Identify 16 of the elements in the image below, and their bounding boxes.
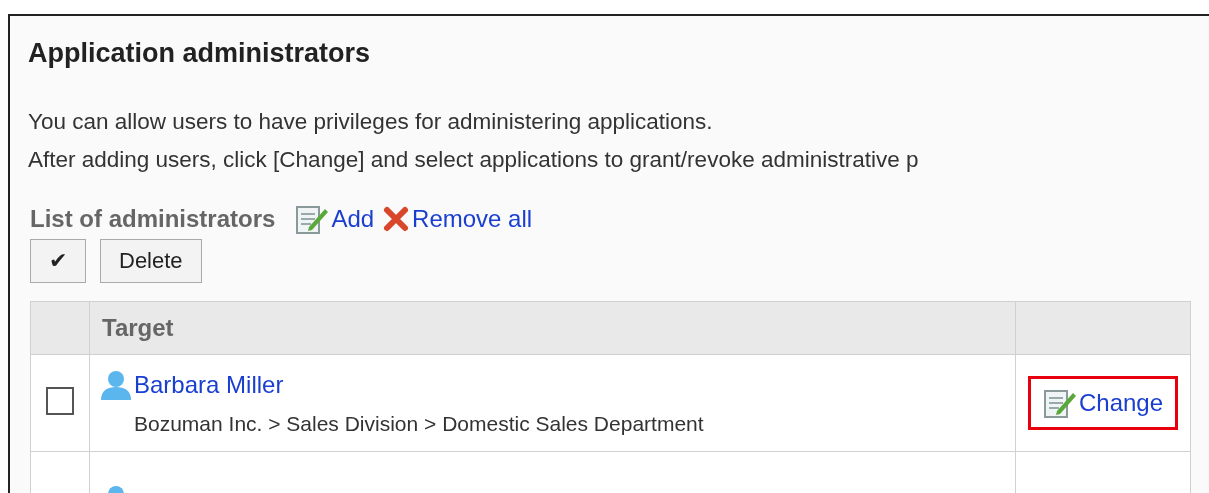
- cross-icon: [382, 205, 411, 233]
- add-link[interactable]: Add: [295, 203, 375, 235]
- delete-button[interactable]: Delete: [100, 239, 202, 283]
- select-all-button[interactable]: ✔: [30, 239, 86, 283]
- section-heading: List of administrators: [30, 205, 276, 233]
- remove-all-link[interactable]: Remove all: [382, 205, 533, 233]
- edit-note-icon: [295, 203, 330, 235]
- user-link[interactable]: Barbara Miller: [134, 371, 284, 399]
- user-icon: [100, 370, 132, 400]
- organization-path: Bozuman Inc. > Sales Division > Domestic Sales Department: [134, 412, 705, 436]
- edit-note-icon: [1042, 387, 1077, 419]
- column-header: Target: [89, 301, 1016, 355]
- description-text: You can allow users to have privileges for administering applications.: [28, 108, 714, 136]
- page-title: Application administrators: [28, 38, 372, 69]
- description-text: After adding users, click [Change] and select applications to grant/revoke administrative p: [28, 146, 920, 174]
- row-checkbox[interactable]: [46, 387, 74, 415]
